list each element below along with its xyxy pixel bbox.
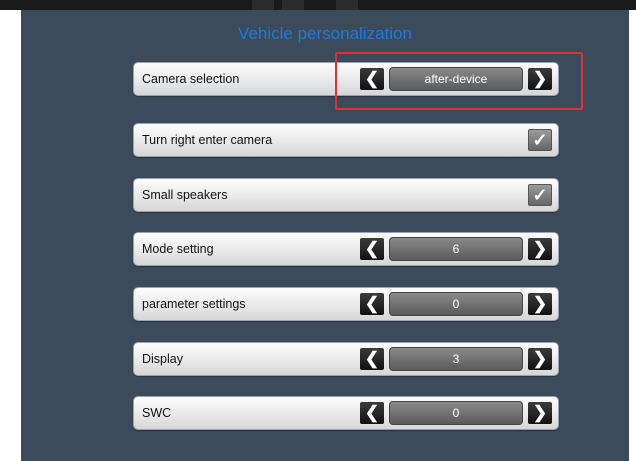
- setting-row-mode-setting: Mode setting ❮ 6 ❯: [133, 232, 559, 266]
- previous-option-button[interactable]: ❮: [360, 348, 384, 370]
- status-bar-icon: [336, 0, 358, 10]
- setting-row-small-speakers[interactable]: Small speakers ✓: [133, 178, 559, 212]
- previous-option-button[interactable]: ❮: [360, 402, 384, 424]
- option-value: 0: [389, 292, 523, 316]
- status-bar-icon: [252, 0, 274, 10]
- setting-label: SWC: [142, 406, 172, 420]
- setting-label: Display: [142, 352, 183, 366]
- setting-row-turn-right-enter-camera[interactable]: Turn right enter camera ✓: [133, 123, 559, 157]
- setting-label: Small speakers: [142, 188, 228, 202]
- next-option-button[interactable]: ❯: [528, 348, 552, 370]
- status-bar-icon: [282, 0, 304, 10]
- setting-label: Turn right enter camera: [142, 133, 273, 147]
- next-option-button[interactable]: ❯: [528, 293, 552, 315]
- setting-row-swc: SWC ❮ 0 ❯: [133, 396, 559, 430]
- previous-option-button[interactable]: ❮: [360, 68, 384, 90]
- next-option-button[interactable]: ❯: [528, 68, 552, 90]
- checkbox-checked-icon[interactable]: ✓: [528, 184, 552, 206]
- page-title: Vehicle personalization: [238, 24, 412, 43]
- settings-screen: Vehicle personalization Camera selection…: [21, 10, 629, 461]
- setting-label: parameter settings: [142, 297, 246, 311]
- previous-option-button[interactable]: ❮: [360, 238, 384, 260]
- option-value: 3: [389, 347, 523, 371]
- next-option-button[interactable]: ❯: [528, 402, 552, 424]
- next-option-button[interactable]: ❯: [528, 238, 552, 260]
- setting-label: Camera selection: [142, 72, 240, 86]
- setting-row-display: Display ❮ 3 ❯: [133, 342, 559, 376]
- setting-label: Mode setting: [142, 242, 214, 256]
- option-value: 0: [389, 401, 523, 425]
- option-value: 6: [389, 237, 523, 261]
- previous-option-button[interactable]: ❮: [360, 293, 384, 315]
- setting-row-camera-selection: Camera selection ❮ after-device ❯: [133, 62, 559, 96]
- setting-row-parameter-settings: parameter settings ❮ 0 ❯: [133, 287, 559, 321]
- checkbox-checked-icon[interactable]: ✓: [528, 129, 552, 151]
- option-value: after-device: [389, 67, 523, 91]
- status-bar: [0, 0, 636, 10]
